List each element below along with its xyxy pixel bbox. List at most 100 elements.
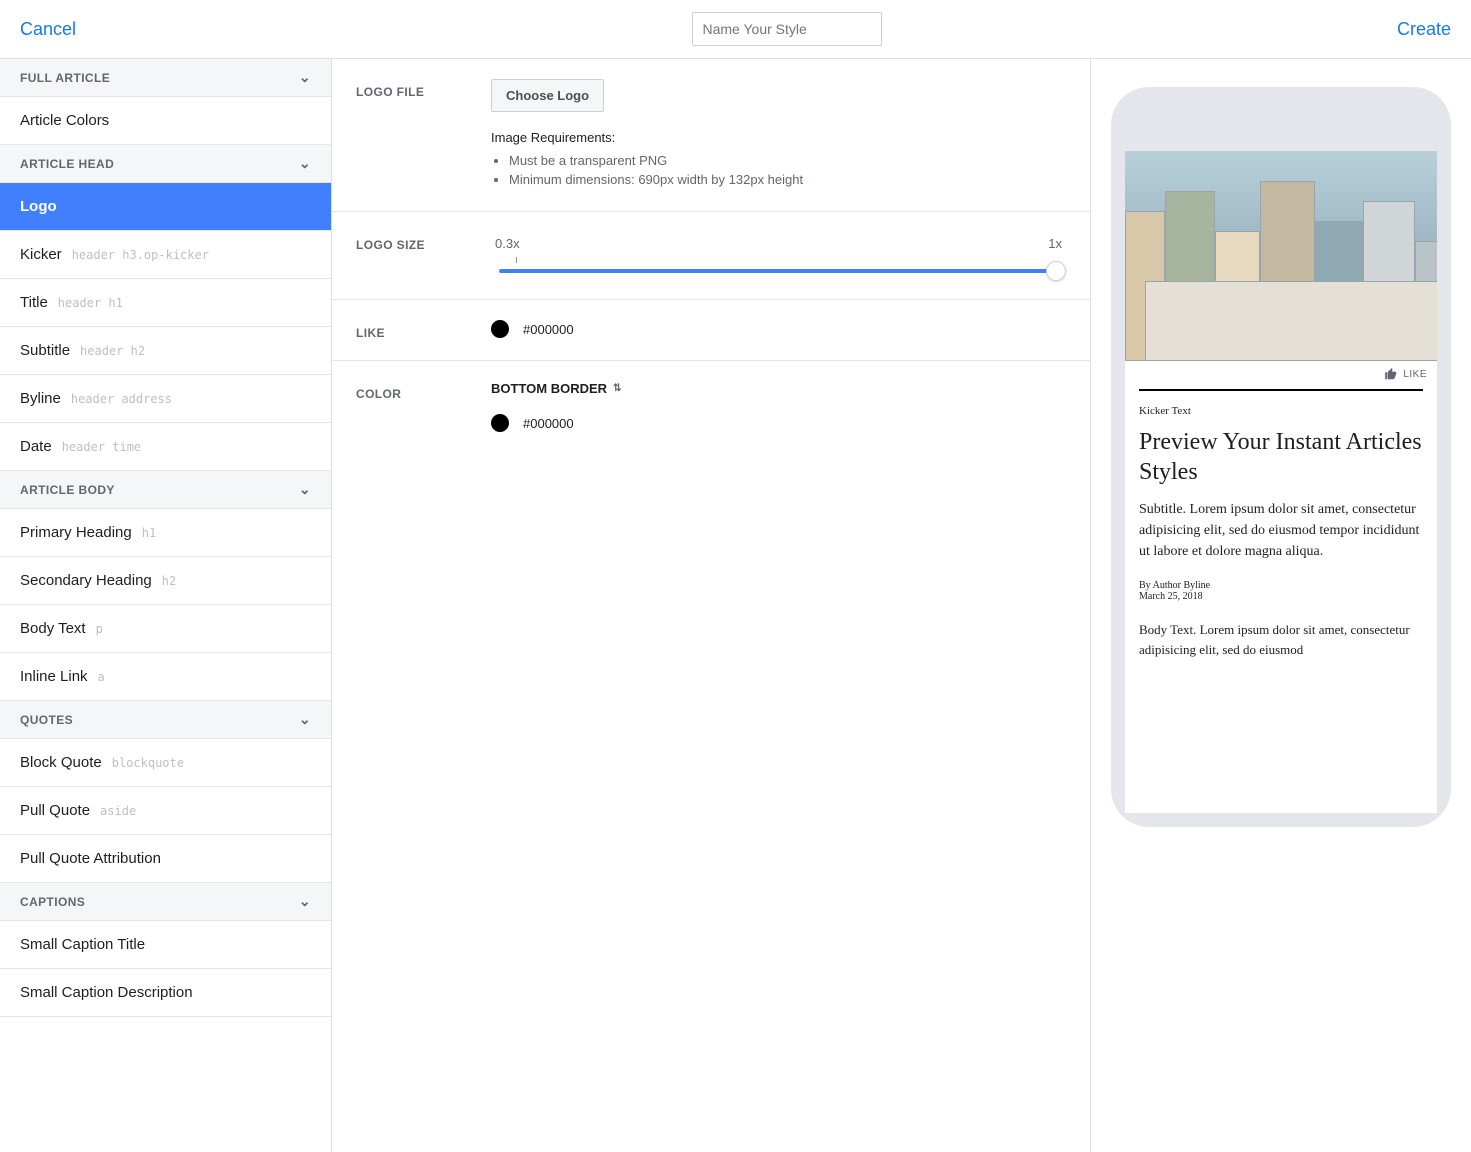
sidebar-item-selector: header h3.op-kicker <box>72 248 209 262</box>
sidebar-item-label: Primary Heading <box>20 524 132 541</box>
slider-min-label: 0.3x <box>495 236 520 251</box>
cancel-button[interactable]: Cancel <box>20 19 76 40</box>
sidebar-item[interactable]: Pull Quote Attribution <box>0 835 331 883</box>
sidebar-item-label: Subtitle <box>20 342 70 359</box>
sidebar-item[interactable]: Kicker header h3.op-kicker <box>0 231 331 279</box>
sidebar-item-label: Small Caption Title <box>20 936 145 953</box>
preview-byline: By Author Byline <box>1139 580 1423 591</box>
requirement-item: Minimum dimensions: 690px width by 132px… <box>509 172 1066 187</box>
preview-kicker: Kicker Text <box>1139 405 1423 417</box>
sidebar-item[interactable]: Block Quote blockquote <box>0 739 331 787</box>
sidebar-item[interactable]: Logo <box>0 183 331 231</box>
create-button[interactable]: Create <box>1397 19 1451 40</box>
preview-subtitle: Subtitle. Lorem ipsum dolor sit amet, co… <box>1139 499 1423 562</box>
preview-date: March 25, 2018 <box>1139 591 1423 602</box>
image-requirements-list: Must be a transparent PNG Minimum dimens… <box>491 153 1066 187</box>
sidebar-item-selector: aside <box>100 804 136 818</box>
sidebar-item-label: Small Caption Description <box>20 984 193 1001</box>
sidebar-item-selector: header h2 <box>80 344 145 358</box>
sidebar-item-label: Inline Link <box>20 668 88 685</box>
top-bar: Cancel Create <box>0 0 1471 59</box>
style-name-input[interactable] <box>692 12 882 46</box>
sidebar-item[interactable]: Small Caption Title <box>0 921 331 969</box>
logo-size-label: LOGO SIZE <box>356 232 491 279</box>
section-header[interactable]: QUOTES ⌄ <box>0 701 331 739</box>
choose-logo-button[interactable]: Choose Logo <box>491 79 604 112</box>
like-label: LIKE <box>356 320 491 340</box>
sidebar-item-selector: header address <box>71 392 172 406</box>
sidebar-item-label: Article Colors <box>20 112 109 129</box>
sidebar-item[interactable]: Body Text p <box>0 605 331 653</box>
like-bar: LIKE <box>1125 361 1437 387</box>
sidebar-item-label: Date <box>20 438 52 455</box>
section-title: ARTICLE HEAD <box>20 157 114 171</box>
sidebar-item-selector: h1 <box>142 526 156 540</box>
sidebar-item-label: Logo <box>20 198 57 215</box>
sidebar-item[interactable]: Title header h1 <box>0 279 331 327</box>
image-requirements-title: Image Requirements: <box>491 130 1066 145</box>
like-color-swatch[interactable] <box>491 320 509 338</box>
section-header[interactable]: ARTICLE BODY ⌄ <box>0 471 331 509</box>
section-header[interactable]: FULL ARTICLE ⌄ <box>0 59 331 97</box>
sidebar-item-selector: blockquote <box>112 756 184 770</box>
sidebar-item-selector: h2 <box>162 574 176 588</box>
section-title: FULL ARTICLE <box>20 71 110 85</box>
sidebar-item-selector: header time <box>62 440 141 454</box>
section-title: ARTICLE BODY <box>20 483 115 497</box>
color-target-value: BOTTOM BORDER <box>491 381 607 396</box>
sidebar-item-selector: p <box>96 622 103 636</box>
sidebar-item-label: Block Quote <box>20 754 102 771</box>
section-title: CAPTIONS <box>20 895 85 909</box>
sidebar-item[interactable]: Small Caption Description <box>0 969 331 1017</box>
sidebar-item[interactable]: Secondary Headingh2 <box>0 557 331 605</box>
section-title: QUOTES <box>20 713 73 727</box>
phone-screen: LIKE Kicker Text Preview Your Instant Ar… <box>1125 151 1437 813</box>
sidebar-item-selector: header h1 <box>58 296 123 310</box>
preview-pane: LIKE Kicker Text Preview Your Instant Ar… <box>1091 59 1471 1152</box>
chevron-down-icon: ⌄ <box>299 69 311 86</box>
color-row: COLOR BOTTOM BORDER ⇅ #000000 <box>332 361 1090 452</box>
sidebar-item-label: Byline <box>20 390 61 407</box>
chevron-down-icon: ⌄ <box>299 481 311 498</box>
sidebar-item[interactable]: Inline Link a <box>0 653 331 701</box>
sidebar: FULL ARTICLE ⌄ Article Colors ARTICLE HEAD ⌄… <box>0 59 332 1152</box>
logo-size-row: LOGO SIZE 0.3x 1x <box>332 212 1090 300</box>
section-header[interactable]: ARTICLE HEAD ⌄ <box>0 145 331 183</box>
like-color-hex: #000000 <box>523 322 574 337</box>
like-label: LIKE <box>1403 369 1427 380</box>
editor-panel: LOGO FILE Choose Logo Image Requirements… <box>332 59 1091 1152</box>
like-color-row: LIKE #000000 <box>332 300 1090 361</box>
bottom-border-preview <box>1139 389 1423 391</box>
sidebar-item[interactable]: Pull Quote aside <box>0 787 331 835</box>
preview-body: Body Text. Lorem ipsum dolor sit amet, c… <box>1139 620 1423 659</box>
color-target-select[interactable]: BOTTOM BORDER ⇅ <box>491 381 621 396</box>
slider-max-label: 1x <box>1048 236 1062 251</box>
chevron-down-icon: ⌄ <box>299 155 311 172</box>
thumbs-up-icon <box>1383 367 1399 381</box>
sidebar-item[interactable]: Date header time <box>0 423 331 471</box>
sidebar-item-label: Pull Quote <box>20 802 90 819</box>
chevron-down-icon: ⌄ <box>299 893 311 910</box>
logo-file-row: LOGO FILE Choose Logo Image Requirements… <box>332 59 1090 212</box>
hero-image <box>1125 151 1437 361</box>
slider-knob[interactable] <box>1046 261 1066 281</box>
sort-icon: ⇅ <box>613 383 621 394</box>
border-color-hex: #000000 <box>523 416 574 431</box>
logo-size-slider[interactable]: 0.3x 1x <box>491 236 1066 273</box>
phone-frame: LIKE Kicker Text Preview Your Instant Ar… <box>1111 87 1451 827</box>
chevron-down-icon: ⌄ <box>299 711 311 728</box>
border-color-swatch[interactable] <box>491 414 509 432</box>
sidebar-item[interactable]: Primary Heading h1 <box>0 509 331 557</box>
preview-title: Preview Your Instant Articles Styles <box>1139 427 1423 487</box>
logo-file-label: LOGO FILE <box>356 79 491 191</box>
section-header[interactable]: CAPTIONS ⌄ <box>0 883 331 921</box>
requirement-item: Must be a transparent PNG <box>509 153 1066 168</box>
sidebar-item-selector: a <box>98 670 105 684</box>
sidebar-item-label: Title <box>20 294 48 311</box>
sidebar-item-label: Kicker <box>20 246 62 263</box>
sidebar-item[interactable]: Article Colors <box>0 97 331 145</box>
sidebar-item[interactable]: Subtitle header h2 <box>0 327 331 375</box>
color-label: COLOR <box>356 381 491 432</box>
sidebar-item[interactable]: Byline header address <box>0 375 331 423</box>
sidebar-item-label: Body Text <box>20 620 86 637</box>
